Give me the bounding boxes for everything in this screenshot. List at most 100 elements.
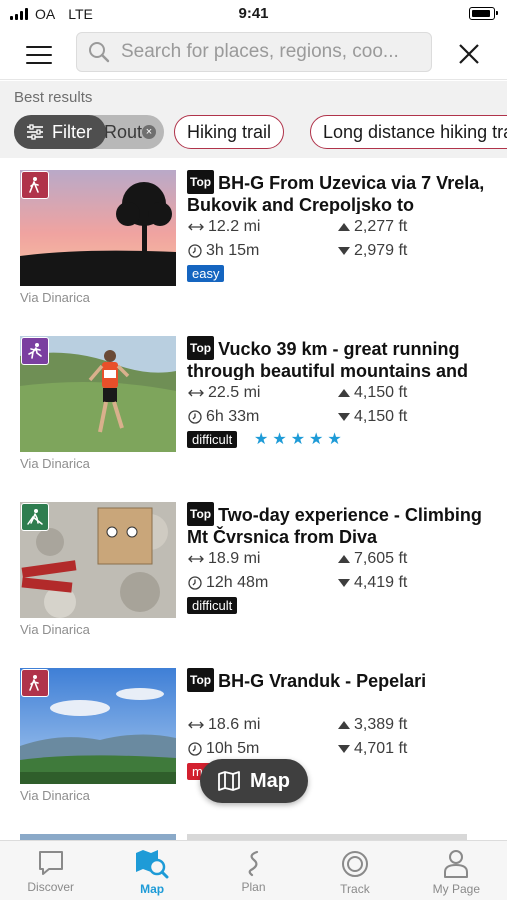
tour-distance: 12.2 mi bbox=[188, 218, 260, 236]
difficulty-badge: difficult bbox=[187, 431, 238, 448]
profile-icon bbox=[444, 850, 469, 878]
tour-card[interactable]: Via Dinarica Top Vucko 39 km - great runn… bbox=[0, 324, 507, 490]
clock-icon bbox=[188, 244, 202, 258]
distance-icon bbox=[188, 389, 204, 397]
ascent-value: 4,150 ft bbox=[354, 384, 408, 401]
best-results-label: Best results bbox=[14, 89, 93, 106]
mountain-hike-icon bbox=[21, 503, 49, 531]
tour-distance: 18.9 mi bbox=[188, 550, 260, 568]
status-time: 9:41 bbox=[238, 5, 269, 22]
ascent-icon bbox=[338, 721, 350, 729]
filter-band: Best results Route × Filter Hiking trail… bbox=[0, 81, 507, 158]
duration-value: 10h 5m bbox=[206, 740, 260, 757]
tour-duration: 6h 33m bbox=[188, 408, 259, 426]
star-rating: ★★★★★ bbox=[254, 431, 346, 448]
difficulty-badge: difficult bbox=[187, 597, 238, 614]
chip-hiking-trail[interactable]: Hiking trail bbox=[174, 115, 285, 149]
clock-icon bbox=[188, 742, 202, 756]
tab-label: Track bbox=[340, 882, 370, 896]
tour-descent: 4,419 ft bbox=[338, 574, 407, 592]
tour-thumbnail bbox=[20, 668, 176, 784]
tour-title[interactable]: Top Two-day experience - Climbing Mt Čvrs… bbox=[187, 502, 487, 546]
tour-thumbnail bbox=[20, 336, 176, 452]
tab-my-page[interactable]: My Page bbox=[406, 841, 507, 900]
map-icon bbox=[218, 771, 240, 791]
distance-value: 12.2 mi bbox=[208, 218, 261, 235]
duration-value: 12h 48m bbox=[206, 574, 269, 591]
search-icon bbox=[89, 42, 110, 63]
discover-icon bbox=[38, 851, 63, 875]
hiking-icon bbox=[21, 171, 49, 199]
chip-label: Hiking trail bbox=[187, 121, 272, 142]
menu-button[interactable] bbox=[22, 40, 58, 68]
distance-icon bbox=[188, 555, 204, 563]
tour-title[interactable]: Top BH-G From Uzevica via 7 Vrela, Bukovi… bbox=[187, 170, 487, 214]
chip-long-distance-hiking-trail[interactable]: Long distance hiking trail bbox=[310, 115, 507, 149]
tour-ascent: 4,150 ft bbox=[338, 384, 407, 402]
close-button[interactable] bbox=[455, 40, 483, 68]
clock-icon bbox=[188, 576, 202, 590]
search-input[interactable] bbox=[121, 41, 421, 63]
tour-title[interactable]: Top BH-G Vranduk - Pepelari bbox=[187, 668, 487, 712]
filter-chips: Route × Filter Hiking trail Long distanc… bbox=[14, 115, 507, 149]
tour-ascent: 3,389 ft bbox=[338, 716, 407, 734]
descent-icon bbox=[338, 745, 350, 753]
hiking-icon bbox=[21, 669, 49, 697]
duration-value: 3h 15m bbox=[206, 242, 260, 259]
distance-icon bbox=[188, 223, 204, 231]
top-badge: Top bbox=[187, 336, 215, 360]
tab-plan[interactable]: Plan bbox=[203, 841, 304, 900]
tour-source: Via Dinarica bbox=[20, 622, 90, 637]
plan-icon bbox=[248, 850, 258, 877]
tour-card[interactable]: Via Dinarica Top Two-day experience - Cli… bbox=[0, 490, 507, 656]
descent-value: 2,979 ft bbox=[354, 242, 408, 259]
tour-duration: 10h 5m bbox=[188, 740, 259, 758]
ascent-value: 7,605 ft bbox=[354, 550, 408, 567]
track-icon bbox=[341, 851, 368, 877]
tour-title[interactable]: Top Vucko 39 km - great running through b… bbox=[187, 336, 487, 380]
tour-source: Via Dinarica bbox=[20, 788, 90, 803]
tour-duration: 12h 48m bbox=[188, 574, 268, 592]
descent-icon bbox=[338, 579, 350, 587]
ascent-value: 3,389 ft bbox=[354, 716, 408, 733]
tab-label: Map bbox=[140, 882, 165, 896]
tour-distance: 18.6 mi bbox=[188, 716, 260, 734]
descent-icon bbox=[338, 413, 350, 421]
distance-icon bbox=[188, 721, 204, 729]
top-badge: Top bbox=[187, 170, 215, 194]
status-bar: OA LTE 9:41 bbox=[0, 0, 507, 28]
tab-label: Discover bbox=[27, 880, 75, 894]
map-icon bbox=[136, 850, 169, 879]
tour-title-text: BH-G From Uzevica via 7 Vrela, Bukovik a… bbox=[187, 173, 485, 214]
tab-track[interactable]: Track bbox=[304, 841, 405, 900]
distance-value: 22.5 mi bbox=[208, 384, 261, 401]
remove-chip-icon[interactable]: × bbox=[142, 125, 156, 139]
tour-descent: 4,701 ft bbox=[338, 740, 407, 758]
filter-button[interactable]: Filter bbox=[14, 115, 106, 149]
ascent-icon bbox=[338, 389, 350, 397]
descent-icon bbox=[338, 247, 350, 255]
duration-value: 6h 33m bbox=[206, 408, 260, 425]
tab-discover[interactable]: Discover bbox=[0, 841, 101, 900]
running-icon bbox=[21, 337, 49, 365]
tour-list: Via Dinarica Top BH-G From Uzevica via 7 … bbox=[0, 158, 507, 840]
ascent-icon bbox=[338, 555, 350, 563]
tab-bar: Discover Map Plan Track My Page bbox=[0, 840, 507, 900]
tab-label: My Page bbox=[432, 882, 480, 896]
map-button[interactable]: Map bbox=[200, 759, 308, 803]
difficulty-badge: easy bbox=[187, 265, 225, 282]
top-badge: Top bbox=[187, 502, 215, 526]
distance-value: 18.9 mi bbox=[208, 550, 261, 567]
distance-value: 18.6 mi bbox=[208, 716, 261, 733]
tour-descent: 2,979 ft bbox=[338, 242, 407, 260]
tour-card[interactable]: Via Dinarica Top BH-G From Uzevica via 7 … bbox=[0, 158, 507, 324]
chip-label: Long distance hiking trail bbox=[323, 121, 507, 142]
tab-map[interactable]: Map bbox=[101, 841, 202, 900]
tour-duration: 3h 15m bbox=[188, 242, 259, 260]
tour-title-text: BH-G Vranduk - Pepelari bbox=[218, 671, 427, 691]
search-box[interactable] bbox=[76, 32, 432, 72]
sliders-icon bbox=[27, 124, 43, 140]
tour-distance: 22.5 mi bbox=[188, 384, 260, 402]
tour-ascent: 7,605 ft bbox=[338, 550, 407, 568]
battery-icon bbox=[469, 7, 498, 20]
